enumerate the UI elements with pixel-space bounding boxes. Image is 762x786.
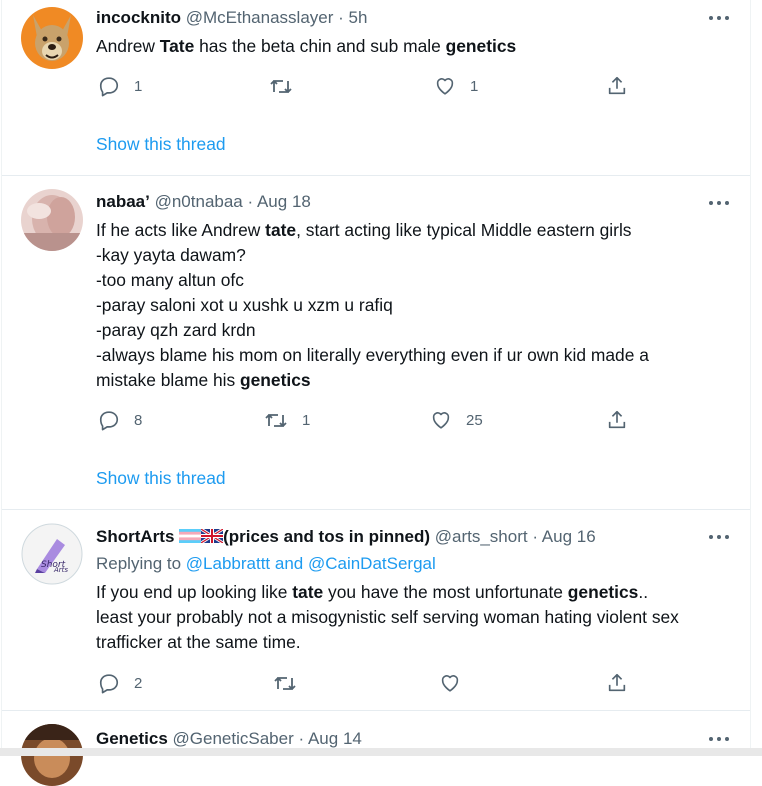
text-line: mistake blame his genetics — [96, 370, 311, 390]
reply-count: 8 — [134, 411, 143, 429]
retweet-count: 1 — [302, 411, 311, 429]
retweet-icon — [265, 414, 287, 427]
user-handle[interactable]: @n0tnabaa — [155, 192, 243, 211]
text-line: -kay yayta dawam? — [96, 245, 246, 265]
timeline-border-right — [750, 0, 751, 756]
text-line: least your probably not a misogynistic s… — [96, 607, 679, 627]
trans-flag-icon — [179, 529, 202, 543]
avatar[interactable]: Short Arts — [21, 523, 83, 585]
like-icon — [436, 78, 454, 95]
like-icon — [441, 675, 459, 692]
like-count: 25 — [466, 411, 483, 429]
separator: · — [338, 8, 344, 27]
timeline-border-left — [1, 0, 2, 756]
more-icon[interactable] — [706, 193, 732, 213]
user-handle[interactable]: @arts_short — [435, 527, 528, 546]
horizontal-scrollbar[interactable] — [0, 748, 762, 756]
display-name[interactable]: incocknito — [96, 8, 181, 27]
share-icon — [608, 673, 626, 692]
retweet-button[interactable]: 1 — [264, 409, 310, 431]
show-thread-link[interactable]: Show this thread — [96, 134, 226, 155]
display-name-suffix[interactable]: (prices and tos in pinned) — [223, 527, 430, 546]
reply-icon — [99, 77, 119, 97]
separator: · — [532, 527, 538, 546]
user-handle[interactable]: @GeneticSaber — [173, 729, 294, 748]
like-count: 1 — [470, 77, 479, 95]
retweet-button[interactable] — [269, 75, 293, 97]
more-icon[interactable] — [706, 8, 732, 28]
tweet-divider — [2, 710, 750, 711]
show-thread-link[interactable]: Show this thread — [96, 468, 226, 489]
reply-button[interactable]: 2 — [98, 672, 142, 694]
uk-flag-icon — [200, 527, 224, 545]
timestamp[interactable]: Aug 16 — [542, 527, 596, 546]
retweet-icon — [270, 80, 292, 93]
retweet-icon — [274, 677, 296, 690]
retweet-button[interactable] — [273, 672, 297, 694]
tweet-text: If you end up looking like tate you have… — [96, 580, 736, 655]
tweet-header: ShortArts (prices and tos in pinned) @ar… — [96, 527, 596, 547]
text-line: -always blame his mom on literally every… — [96, 345, 649, 365]
display-name[interactable]: ShortArts — [96, 527, 174, 546]
more-icon[interactable] — [706, 729, 732, 749]
avatar-logo-text: Arts — [53, 566, 68, 574]
display-name[interactable]: Genetics — [96, 729, 168, 748]
share-icon — [608, 410, 626, 429]
more-icon[interactable] — [706, 527, 732, 547]
text-line: If he acts like Andrew tate, start actin… — [96, 220, 632, 240]
separator: · — [298, 729, 305, 748]
tweet-header: Genetics @GeneticSaber · Aug 14 — [96, 729, 362, 749]
reply-button[interactable]: 8 — [98, 409, 142, 431]
user-handle[interactable]: @McEthanasslayer — [186, 8, 334, 27]
reply-icon — [99, 674, 119, 694]
text-line: -paray saloni xot u xushk u xzm u rafiq — [96, 295, 393, 315]
like-button[interactable]: 25 — [430, 409, 483, 431]
text-line: If you end up looking like tate you have… — [96, 582, 649, 602]
reply-count: 2 — [134, 674, 143, 692]
share-icon — [608, 76, 626, 95]
tweet-divider — [2, 175, 750, 176]
share-button[interactable] — [606, 672, 628, 694]
share-button[interactable] — [606, 75, 628, 97]
avatar[interactable] — [21, 189, 83, 251]
tweet-text: Andrew Tate has the beta chin and sub ma… — [96, 36, 517, 56]
replying-to: Replying to @Labbrattt and @CainDatSerga… — [96, 554, 436, 573]
timestamp[interactable]: Aug 18 — [257, 192, 311, 211]
timestamp[interactable]: 5h — [349, 8, 368, 27]
text-line: -too many altun ofc — [96, 270, 244, 290]
text-line: -paray qzh zard krdn — [96, 320, 256, 340]
like-icon — [432, 412, 450, 429]
reply-icon — [99, 411, 119, 431]
tweet-header: incocknito @McEthanasslayer · 5h — [96, 8, 367, 28]
like-button[interactable]: 1 — [434, 75, 478, 97]
separator: · — [247, 192, 254, 211]
tweet-text: If he acts like Andrew tate, start actin… — [96, 218, 736, 393]
display-name[interactable]: nabaa’ — [96, 192, 150, 211]
reply-button[interactable]: 1 — [98, 75, 142, 97]
timestamp[interactable]: Aug 14 — [308, 729, 362, 748]
share-button[interactable] — [606, 409, 628, 431]
reply-count: 1 — [134, 77, 143, 95]
replying-users-link[interactable]: @Labbrattt and @CainDatSergal — [186, 554, 436, 573]
tweet-header: nabaa’ @n0tnabaa · Aug 18 — [96, 192, 311, 212]
text-line: trafficker at the same time. — [96, 632, 301, 652]
tweet-divider — [2, 509, 750, 510]
avatar[interactable] — [21, 7, 83, 69]
like-button[interactable] — [439, 672, 461, 694]
